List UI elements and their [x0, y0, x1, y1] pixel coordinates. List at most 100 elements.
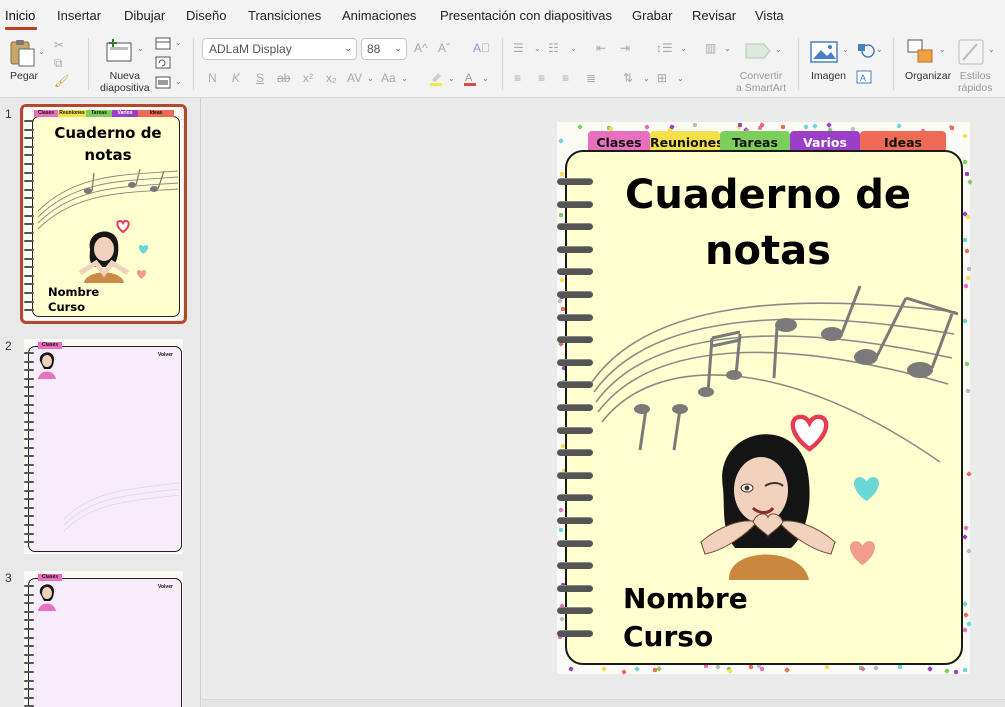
layout-icon[interactable] [155, 37, 171, 50]
chevron-down-icon: ⌄ [394, 43, 402, 53]
chevron-down-icon[interactable]: ⌄ [842, 45, 849, 54]
increase-indent-icon[interactable]: ⇥ [620, 41, 630, 55]
paste-dropdown-icon[interactable]: ⌄ [38, 47, 45, 56]
chevron-down-icon[interactable]: ⌄ [534, 44, 541, 53]
text-direction-icon[interactable]: ⇅ [623, 71, 633, 85]
thumb-tab: Clases [38, 574, 62, 581]
superscript-button[interactable]: x² [303, 71, 313, 85]
chevron-down-icon[interactable]: ⌄ [570, 44, 577, 53]
justify-icon[interactable]: ≣ [586, 71, 596, 85]
tab-animaciones[interactable]: Animaciones [342, 8, 416, 23]
spiral-ring [24, 171, 34, 174]
image-icon[interactable] [810, 41, 838, 63]
reset-icon[interactable] [155, 56, 171, 69]
spiral-ring [24, 206, 34, 208]
chevron-down-icon[interactable]: ⌄ [677, 74, 684, 83]
tab-revisar[interactable]: Revisar [692, 8, 736, 23]
new-slide-label: Nueva diapositiva [100, 70, 150, 94]
thumb-tab: Tareas [86, 110, 112, 117]
quick-styles-icon[interactable] [957, 38, 985, 66]
spiral-ring [24, 585, 34, 587]
chevron-down-icon[interactable]: ⌄ [401, 74, 408, 83]
chevron-down-icon[interactable]: ⌄ [724, 44, 731, 53]
shapes-icon[interactable] [856, 42, 876, 58]
strikethrough-button[interactable]: ab [277, 71, 290, 85]
line-spacing-icon[interactable]: ↕☰ [656, 41, 673, 55]
thumb-tab: Reuniones [58, 110, 86, 117]
align-right-icon[interactable]: ≡ [562, 71, 569, 85]
tab-insertar[interactable]: Insertar [57, 8, 101, 23]
bullets-icon[interactable]: ☰ [513, 41, 524, 55]
chevron-down-icon[interactable]: ⌄ [876, 45, 883, 54]
decrease-indent-icon[interactable]: ⇤ [596, 41, 606, 55]
align-center-icon[interactable]: ≡ [538, 71, 545, 85]
paste-icon[interactable] [8, 38, 38, 68]
chevron-down-icon[interactable]: ⌄ [939, 45, 946, 54]
tab-clases-button[interactable]: Clases [588, 131, 650, 151]
smartart-icon[interactable] [744, 40, 772, 62]
tab-transiciones[interactable]: Transiciones [248, 8, 321, 23]
course-text[interactable]: Curso [623, 620, 713, 653]
align-left-icon[interactable]: ≡ [514, 71, 521, 85]
tab-tareas-button[interactable]: Tareas [720, 131, 790, 151]
student-name-text[interactable]: Nombre [623, 582, 748, 615]
slide-thumbnail-2[interactable]: Clases Volver [24, 339, 183, 554]
spiral-ring [24, 671, 34, 673]
slide-title[interactable]: Cuaderno de notas [590, 167, 946, 279]
tab-grabar[interactable]: Grabar [632, 8, 672, 23]
italic-button[interactable]: K [232, 71, 240, 85]
format-painter-icon[interactable]: 🖌 [54, 74, 69, 88]
align-text-icon[interactable]: ⊞ [657, 71, 667, 85]
section-icon[interactable] [155, 76, 171, 89]
copy-icon[interactable]: ⧉ [54, 56, 63, 70]
slide-thumbnail-3[interactable]: Clases Volver [24, 571, 183, 707]
confetti-dot [559, 171, 564, 176]
highlight-icon[interactable] [428, 70, 444, 86]
chevron-down-icon[interactable]: ⌄ [988, 45, 995, 54]
spiral-ring [557, 562, 593, 570]
tab-inicio[interactable]: Inicio [5, 8, 35, 23]
tab-dibujar[interactable]: Dibujar [124, 8, 165, 23]
font-name-select[interactable]: ADLaM Display ⌄ [202, 38, 357, 60]
spiral-ring [24, 163, 34, 165]
chevron-down-icon[interactable]: ⌄ [680, 44, 687, 53]
spiral-ring [24, 524, 34, 526]
spiral-ring [557, 245, 593, 253]
tab-varios-button[interactable]: Varios [790, 131, 860, 151]
tab-presentacion[interactable]: Presentación con diapositivas [440, 8, 612, 23]
new-slide-icon[interactable] [105, 38, 135, 64]
confetti-dot [692, 122, 697, 128]
cut-icon[interactable]: ✂ [54, 38, 64, 52]
bold-button[interactable]: N [208, 71, 217, 85]
spiral-ring [24, 214, 34, 217]
layout-dropdown-icon[interactable]: ⌄ [175, 38, 182, 47]
font-size-select[interactable]: 88 ⌄ [361, 38, 407, 60]
increase-font-icon[interactable]: A^ [414, 41, 428, 55]
change-case-button[interactable]: Aa [381, 71, 396, 85]
ribbon-separator [88, 38, 89, 90]
new-slide-dropdown-icon[interactable]: ⌄ [137, 44, 144, 53]
tab-vista[interactable]: Vista [755, 8, 784, 23]
font-color-icon[interactable]: A [462, 70, 478, 86]
chevron-down-icon[interactable]: ⌄ [643, 74, 650, 83]
chevron-down-icon[interactable]: ⌄ [448, 74, 455, 83]
tab-reuniones-button[interactable]: Reuniones [650, 131, 724, 151]
arrange-icon[interactable] [906, 38, 936, 66]
chevron-down-icon[interactable]: ⌄ [367, 74, 374, 83]
columns-icon[interactable]: ▥ [705, 41, 716, 55]
tab-ideas-button[interactable]: Ideas [860, 131, 946, 151]
section-dropdown-icon[interactable]: ⌄ [175, 77, 182, 86]
character-spacing-button[interactable]: AV [347, 71, 362, 85]
subscript-button[interactable]: x₂ [326, 71, 337, 85]
numbering-icon[interactable]: ☷ [548, 41, 559, 55]
thumb-tab: Ideas [138, 110, 174, 117]
decrease-font-icon[interactable]: Aˇ [438, 41, 450, 55]
spiral-ring [24, 377, 34, 380]
chevron-down-icon[interactable]: ⌄ [775, 45, 782, 54]
clear-format-icon[interactable]: A⃥ [473, 41, 490, 55]
underline-button[interactable]: S [256, 71, 264, 85]
chevron-down-icon[interactable]: ⌄ [482, 74, 489, 83]
text-box-icon[interactable]: A [856, 70, 872, 84]
slide-thumbnail-1[interactable]: Clases Reuniones Tareas Varios Ideas Cua… [24, 107, 183, 320]
tab-diseno[interactable]: Diseño [186, 8, 226, 23]
